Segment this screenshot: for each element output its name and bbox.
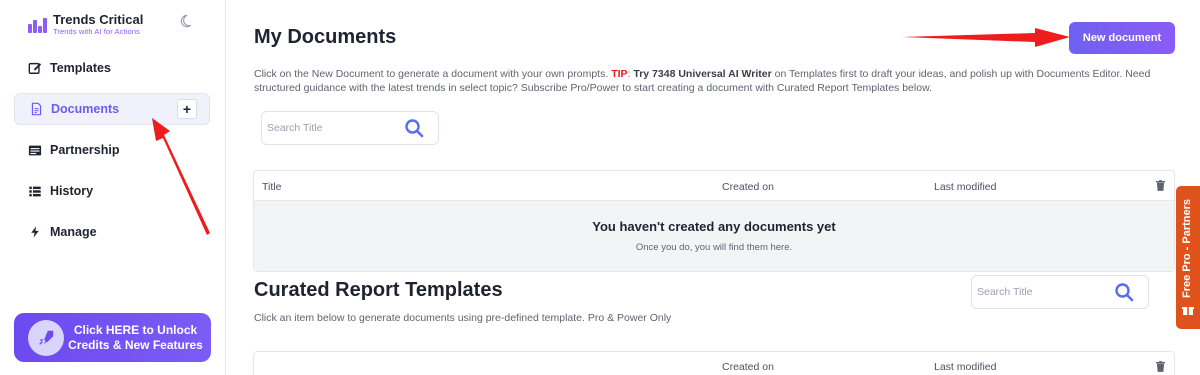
intro-text-part: Click on the New Document to generate a … — [254, 68, 612, 80]
sidebar-item-label: Manage — [50, 225, 97, 239]
free-pro-partners-tab[interactable]: Free Pro - Partners — [1176, 186, 1200, 329]
empty-state: You haven't created any documents yet On… — [254, 201, 1174, 271]
unlock-credits-promo-button[interactable]: Click HERE to Unlock Credits & New Featu… — [14, 313, 211, 362]
trash-icon[interactable] — [1156, 361, 1166, 373]
table-header: Created on Last modified — [254, 352, 1174, 375]
sidebar-item-label: Templates — [50, 61, 111, 75]
search-icon[interactable] — [404, 118, 424, 138]
documents-search[interactable]: Search Title — [261, 111, 439, 145]
page-title: My Documents — [254, 26, 397, 48]
templates-table: Created on Last modified — [253, 351, 1175, 375]
sidebar-item-label: Partnership — [50, 143, 120, 157]
trash-icon[interactable] — [1156, 180, 1166, 192]
edit-icon — [28, 61, 42, 75]
section-title: Curated Report Templates — [254, 279, 503, 301]
sidebar-item-documents[interactable]: Documents + — [14, 93, 210, 125]
logo-bar-chart-icon — [28, 15, 48, 33]
tip-label: TIP — [611, 68, 628, 80]
col-modified[interactable]: Last modified — [934, 361, 996, 373]
search-icon[interactable] — [1114, 282, 1134, 302]
new-document-button[interactable]: New document — [1069, 22, 1175, 54]
templates-search[interactable]: Search Title — [971, 275, 1149, 309]
brand-subtitle: Trends with AI for Actions — [53, 27, 140, 36]
document-icon — [29, 102, 43, 116]
brand-title: Trends Critical — [53, 12, 144, 27]
col-title[interactable]: Title — [262, 181, 281, 193]
promo-text: Click HERE to Unlock Credits & New Featu… — [68, 322, 203, 352]
table-header: Title Created on Last modified — [254, 171, 1174, 201]
section-subtitle: Click an item below to generate document… — [254, 312, 672, 324]
col-created[interactable]: Created on — [722, 181, 774, 193]
intro-text: Click on the New Document to generate a … — [254, 67, 1169, 95]
documents-table: Title Created on Last modified You haven… — [253, 170, 1175, 272]
main-content: My Documents New document Click on the N… — [226, 0, 1200, 375]
bolt-icon — [28, 225, 42, 239]
sidebar: Trends Critical Trends with AI for Actio… — [0, 0, 226, 375]
col-created[interactable]: Created on — [722, 361, 774, 373]
col-modified[interactable]: Last modified — [934, 181, 996, 193]
brand[interactable]: Trends Critical Trends with AI for Actio… — [28, 12, 143, 37]
sidebar-item-history[interactable]: History — [14, 175, 210, 207]
intro-highlight: Try 7348 Universal AI Writer — [633, 68, 772, 80]
search-input[interactable]: Search Title — [262, 122, 404, 134]
list-icon — [28, 184, 42, 198]
dark-mode-moon-icon[interactable] — [178, 14, 192, 28]
sidebar-item-templates[interactable]: Templates — [14, 52, 210, 84]
empty-heading: You haven't created any documents yet — [592, 219, 836, 234]
sidebar-item-manage[interactable]: Manage — [14, 216, 210, 248]
add-document-button[interactable]: + — [177, 99, 197, 119]
empty-subtext: Once you do, you will find them here. — [635, 242, 793, 253]
sidebar-item-partnership[interactable]: Partnership — [14, 134, 210, 166]
search-input[interactable]: Search Title — [972, 286, 1114, 298]
rocket-icon — [28, 319, 64, 356]
gift-icon — [1182, 303, 1194, 315]
sidebar-item-label: History — [50, 184, 94, 198]
sidebar-item-label: Documents — [51, 102, 120, 116]
id-card-icon — [28, 143, 42, 157]
side-tab-label: Free Pro - Partners — [1181, 198, 1193, 298]
